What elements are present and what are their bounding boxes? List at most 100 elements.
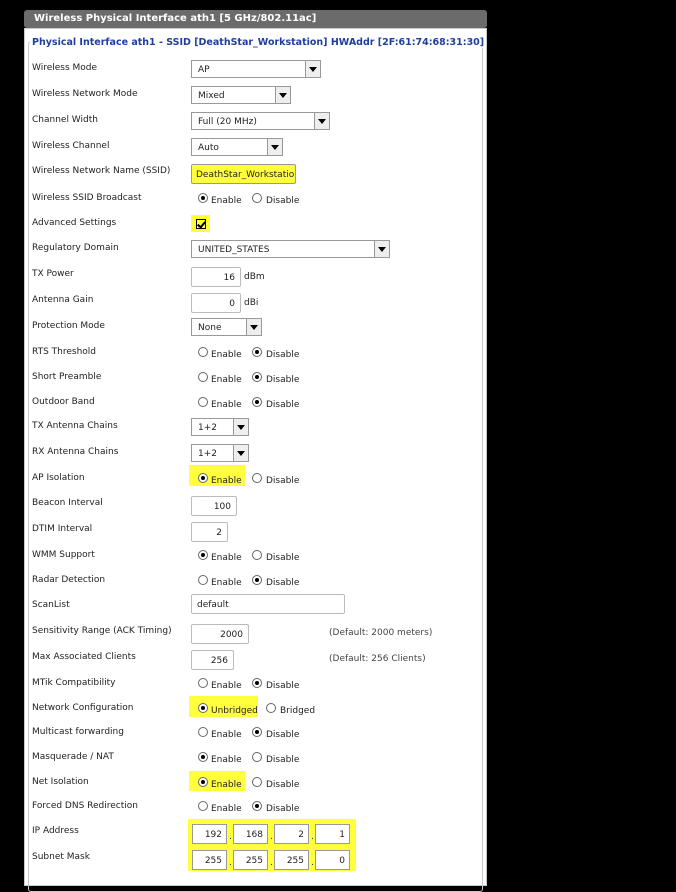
tx-power-unit: dBm (244, 272, 265, 282)
max-clients-label: Max Associated Clients (32, 652, 136, 662)
section-title: Wireless Physical Interface ath1 [5 GHz/… (24, 10, 487, 28)
ip-octet-2[interactable]: 168 (233, 824, 268, 844)
antenna-gain-unit: dBi (244, 298, 259, 308)
rts-disable-radio[interactable] (252, 347, 262, 357)
chevron-down-icon (275, 87, 290, 103)
row-sensitivity-range: Sensitivity Range (ACK Timing) 2000 (Def… (32, 623, 472, 644)
wmm-support-label: WMM Support (32, 550, 95, 560)
sensitivity-default-note: (Default: 2000 meters) (329, 628, 433, 638)
max-clients-default-note: (Default: 256 Clients) (329, 654, 426, 664)
advanced-settings-label: Advanced Settings (32, 218, 117, 228)
wireless-mode-select[interactable]: AP (191, 60, 321, 78)
preamble-disable-radio[interactable] (252, 372, 262, 382)
tx-power-input[interactable]: 16 (191, 267, 241, 287)
net-isolation-enable-radio[interactable] (198, 777, 208, 787)
tx-chains-select[interactable]: 1+2 (191, 418, 249, 436)
antenna-gain-input[interactable]: 0 (191, 293, 241, 313)
chevron-down-icon (305, 61, 320, 77)
row-channel-width: Channel Width Full (20 MHz) (32, 112, 472, 132)
row-max-clients: Max Associated Clients 256 (Default: 256… (32, 649, 472, 670)
chevron-down-icon (314, 113, 329, 129)
row-ap-isolation: AP Isolation Enable Disable (32, 465, 472, 490)
rts-enable-radio[interactable] (198, 347, 208, 357)
rx-chains-select[interactable]: 1+2 (191, 444, 249, 462)
chevron-down-icon (374, 241, 389, 257)
forced-dns-label: Forced DNS Redirection (32, 801, 138, 811)
mask-octet-2[interactable]: 255 (233, 850, 268, 870)
ssid-broadcast-label: Wireless SSID Broadcast (32, 193, 142, 203)
ssid-input[interactable]: DeathStar_Workstation (191, 164, 296, 184)
multicast-enable-radio[interactable] (198, 727, 208, 737)
row-rx-antenna-chains: RX Antenna Chains 1+2 (32, 444, 472, 464)
radar-detection-label: Radar Detection (32, 575, 106, 585)
network-configuration-label: Network Configuration (32, 703, 134, 713)
mtik-disable-radio[interactable] (252, 678, 262, 688)
wireless-mode-label: Wireless Mode (32, 63, 98, 73)
network-mode-label: Wireless Network Mode (32, 89, 138, 99)
wmm-enable-radio[interactable] (198, 550, 208, 560)
dtim-interval-input[interactable]: 2 (191, 522, 228, 542)
rx-chains-label: RX Antenna Chains (32, 447, 119, 457)
radar-enable-radio[interactable] (198, 575, 208, 585)
row-advanced-settings: Advanced Settings (32, 215, 472, 235)
ap-isolation-disable-radio[interactable] (252, 473, 262, 483)
scanlist-input[interactable]: default (191, 594, 345, 614)
multicast-disable-radio[interactable] (252, 727, 262, 737)
wmm-disable-radio[interactable] (252, 550, 262, 560)
beacon-interval-label: Beacon Interval (32, 498, 103, 508)
forced-dns-enable-radio[interactable] (198, 801, 208, 811)
forced-dns-disable-radio[interactable] (252, 801, 262, 811)
row-ssid-broadcast: Wireless SSID Broadcast Enable Disable (32, 193, 300, 206)
outdoor-band-label: Outdoor Band (32, 397, 95, 407)
protection-mode-label: Protection Mode (32, 321, 105, 331)
row-tx-antenna-chains: TX Antenna Chains 1+2 (32, 418, 472, 438)
row-wireless-channel: Wireless Channel Auto (32, 138, 472, 158)
beacon-interval-input[interactable]: 100 (191, 496, 237, 516)
tx-power-label: TX Power (32, 269, 74, 279)
row-protection-mode: Protection Mode None (32, 318, 472, 338)
mask-octet-4[interactable]: 0 (315, 850, 350, 870)
mtik-enable-radio[interactable] (198, 678, 208, 688)
row-masquerade-nat: Masquerade / NAT Enable Disable (32, 752, 300, 765)
ip-octet-1[interactable]: 192 (192, 824, 227, 844)
row-rts-threshold: RTS Threshold Enable Disable (32, 347, 300, 360)
row-short-preamble: Short Preamble Enable Disable (32, 372, 300, 385)
channel-width-select[interactable]: Full (20 MHz) (191, 112, 330, 130)
protection-mode-select[interactable]: None (191, 318, 262, 336)
scanlist-label: ScanList (32, 600, 70, 610)
max-clients-input[interactable]: 256 (191, 650, 234, 670)
masquerade-nat-label: Masquerade / NAT (32, 752, 114, 762)
outdoor-enable-radio[interactable] (198, 397, 208, 407)
ssid-broadcast-disable-radio[interactable] (252, 193, 262, 203)
ssid-broadcast-enable-radio[interactable] (198, 193, 208, 203)
ap-isolation-enable-radio[interactable] (198, 473, 208, 483)
netconfig-bridged-radio[interactable] (266, 703, 276, 713)
row-wireless-mode: Wireless Mode AP (32, 60, 472, 80)
regulatory-domain-select[interactable]: UNITED_STATES (191, 240, 390, 258)
advanced-settings-checkbox[interactable] (196, 219, 206, 229)
ip-address-label: IP Address (32, 826, 79, 836)
mask-octet-1[interactable]: 255 (192, 850, 227, 870)
row-network-mode: Wireless Network Mode Mixed (32, 86, 472, 106)
sensitivity-range-input[interactable]: 2000 (191, 624, 249, 644)
tx-chains-label: TX Antenna Chains (32, 421, 118, 431)
masquerade-enable-radio[interactable] (198, 752, 208, 762)
radar-disable-radio[interactable] (252, 575, 262, 585)
dtim-interval-label: DTIM Interval (32, 524, 93, 534)
chevron-down-icon (267, 139, 282, 155)
ip-octet-3[interactable]: 2 (274, 824, 309, 844)
row-scanlist: ScanList default (32, 594, 472, 617)
row-wmm-support: WMM Support Enable Disable (32, 550, 300, 563)
preamble-enable-radio[interactable] (198, 372, 208, 382)
masquerade-disable-radio[interactable] (252, 752, 262, 762)
ip-octet-4[interactable]: 1 (315, 824, 350, 844)
mask-octet-3[interactable]: 255 (274, 850, 309, 870)
row-ip-address: IP Address 192 . 168 . 2 . 1 (32, 823, 472, 844)
net-isolation-label: Net Isolation (32, 777, 89, 787)
row-dtim-interval: DTIM Interval 2 (32, 521, 472, 542)
outdoor-disable-radio[interactable] (252, 397, 262, 407)
net-isolation-disable-radio[interactable] (252, 777, 262, 787)
netconfig-unbridged-radio[interactable] (198, 703, 208, 713)
network-mode-select[interactable]: Mixed (191, 86, 291, 104)
wireless-channel-select[interactable]: Auto (191, 138, 283, 156)
